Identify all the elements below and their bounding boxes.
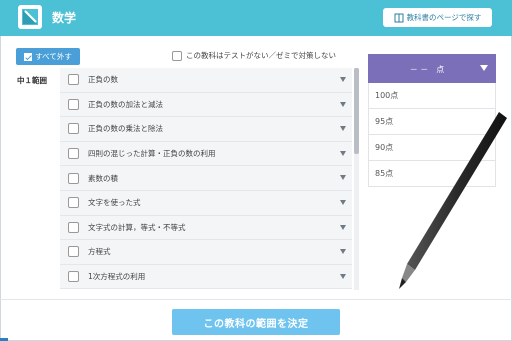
chevron-down-icon[interactable] — [340, 273, 346, 279]
checkbox-icon[interactable] — [68, 221, 79, 233]
topic-item[interactable]: 正負の数の乗法と除法 — [60, 117, 352, 142]
checkbox-icon — [172, 50, 182, 61]
range-label: 中１範囲 — [17, 76, 47, 85]
search-by-textbook-label: 教科書のページで探す — [406, 13, 482, 22]
remove-all-button[interactable]: すべて外す — [16, 48, 80, 65]
topic-list: 正負の数 正負の数の加法と減法 正負の数の乗法と除法 四則の混じった計算・正負の… — [60, 68, 352, 290]
checkbox-icon[interactable] — [68, 74, 79, 86]
book-icon — [394, 13, 404, 22]
no-test-label: この教科はテストがない／ゼミで対策しない — [186, 51, 336, 60]
chevron-down-icon[interactable] — [340, 77, 346, 82]
triangle-down-icon — [480, 65, 488, 71]
checkbox-icon[interactable] — [68, 123, 79, 135]
chevron-down-icon[interactable] — [340, 150, 346, 156]
topic-label: 方程式 — [88, 247, 111, 257]
checkbox-icon[interactable] — [68, 246, 79, 258]
topic-label: 文字を使った式 — [88, 198, 141, 208]
checkbox-icon[interactable] — [68, 271, 79, 283]
remove-all-label: すべて外す — [35, 52, 72, 61]
footer-divider — [0, 299, 512, 300]
page-title: 数学 — [52, 11, 77, 25]
topic-item[interactable]: 文字を使った式 — [60, 190, 352, 216]
chevron-down-icon[interactable] — [340, 224, 346, 230]
checkbox-icon[interactable] — [68, 98, 79, 110]
topic-item[interactable]: 方程式 — [60, 240, 352, 265]
score-dropdown[interactable]: － － 点 — [368, 54, 496, 83]
subject-logo-icon — [18, 5, 42, 29]
topic-item[interactable]: 1次方程式の利用 — [60, 264, 352, 290]
topic-label: 正負の数 — [88, 75, 118, 85]
checkbox-icon[interactable] — [68, 172, 79, 184]
topic-label: 四則の混じった計算・正負の数の利用 — [88, 149, 216, 159]
topic-item[interactable]: 正負の数 — [60, 68, 352, 93]
topic-label: 素数の積 — [88, 173, 118, 183]
checkbox-icon — [24, 52, 33, 61]
topic-item[interactable]: 正負の数の加法と減法 — [60, 92, 352, 118]
header-bar: 数学 教科書のページで探す — [0, 0, 512, 36]
topic-label: 正負の数の乗法と除法 — [88, 124, 163, 134]
stylus-pen-icon — [399, 112, 507, 289]
no-test-checkbox[interactable]: この教科はテストがない／ゼミで対策しない — [172, 50, 336, 61]
score-option[interactable]: 100点 — [368, 83, 496, 109]
chevron-down-icon[interactable] — [340, 199, 346, 205]
topic-label: 文字式の計算，等式・不等式 — [88, 222, 186, 232]
topic-label: 1次方程式の利用 — [88, 272, 146, 282]
chevron-down-icon[interactable] — [340, 175, 346, 181]
chevron-down-icon[interactable] — [340, 101, 346, 107]
score-selected: － － 点 — [409, 65, 445, 74]
scrollbar-thumb[interactable] — [354, 68, 359, 154]
chevron-down-icon[interactable] — [340, 249, 346, 255]
topic-item[interactable]: 素数の積 — [60, 166, 352, 191]
decide-range-button[interactable]: この教科の範囲を決定 — [172, 309, 340, 335]
search-by-textbook-button[interactable]: 教科書のページで探す — [383, 8, 492, 27]
topic-item[interactable]: 文字式の計算，等式・不等式 — [60, 215, 352, 241]
chevron-down-icon[interactable] — [340, 126, 346, 132]
topic-label: 正負の数の加法と減法 — [88, 99, 163, 109]
topic-item[interactable]: 四則の混じった計算・正負の数の利用 — [60, 141, 352, 167]
checkbox-icon[interactable] — [68, 148, 79, 160]
checkbox-icon[interactable] — [68, 197, 79, 209]
